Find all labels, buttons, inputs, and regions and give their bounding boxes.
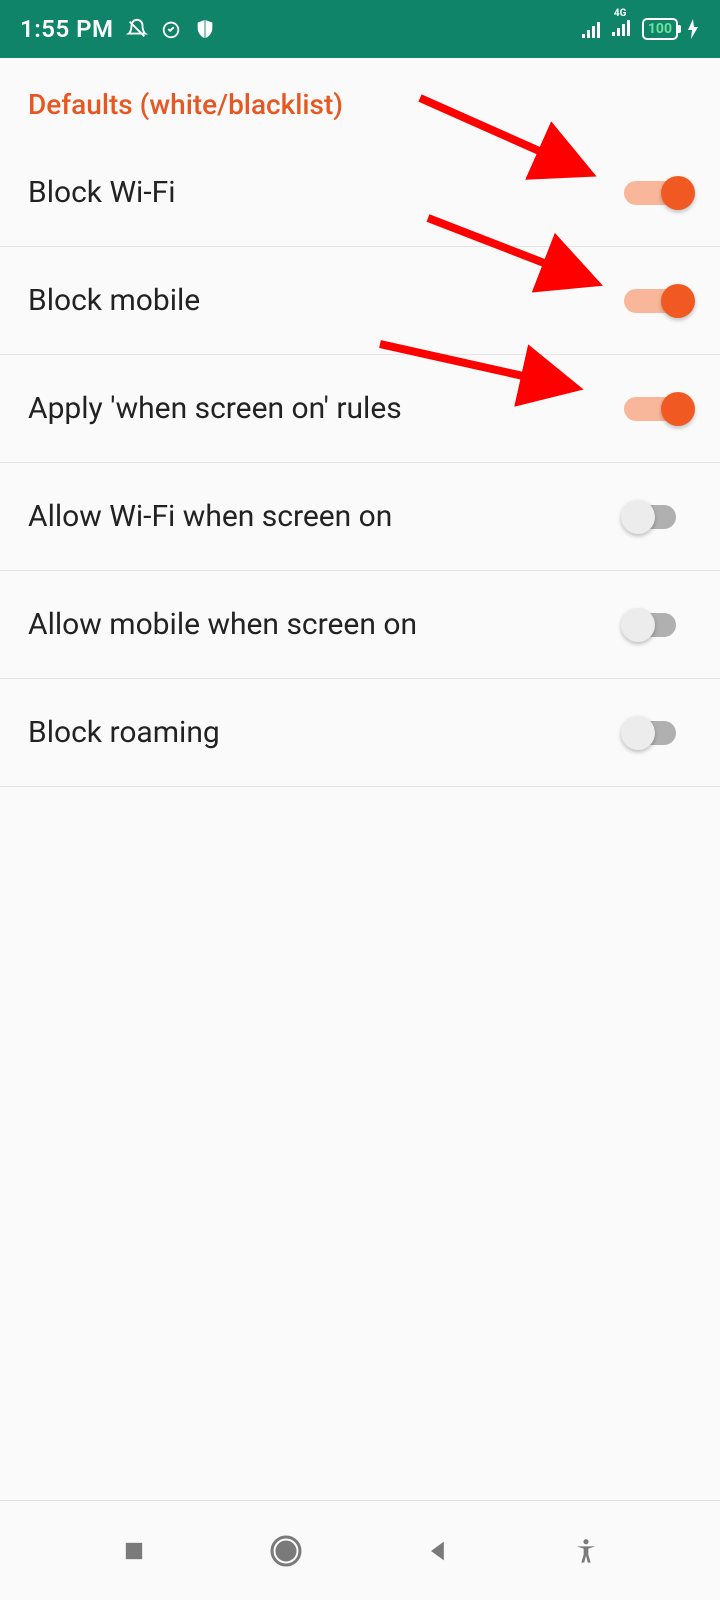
back-button[interactable] — [424, 1537, 452, 1565]
dnd-icon — [126, 18, 148, 40]
recent-apps-button[interactable] — [120, 1537, 148, 1565]
row-label: Block Wi-Fi — [28, 175, 176, 210]
toggle-switch[interactable] — [624, 173, 692, 213]
settings-row[interactable]: Allow Wi-Fi when screen on — [0, 463, 720, 571]
toggle-switch[interactable] — [624, 713, 692, 753]
row-label: Allow Wi-Fi when screen on — [28, 499, 392, 534]
home-button[interactable] — [268, 1533, 304, 1569]
mobile-4g-label: 4G — [614, 8, 627, 19]
settings-row[interactable]: Block Wi-Fi — [0, 139, 720, 247]
toggle-switch[interactable] — [624, 389, 692, 429]
signal2-icon — [612, 18, 634, 36]
shield-icon — [194, 18, 216, 40]
settings-row[interactable]: Block mobile — [0, 247, 720, 355]
status-bar: 1:55 PM 4G — [0, 0, 720, 58]
section-header: Defaults (white/blacklist) — [0, 58, 720, 139]
row-label: Block mobile — [28, 283, 200, 318]
nav-bar — [0, 1500, 720, 1600]
charging-icon — [686, 19, 700, 39]
status-time: 1:55 PM — [20, 15, 114, 43]
settings-row[interactable]: Allow mobile when screen on — [0, 571, 720, 679]
settings-row[interactable]: Block roaming — [0, 679, 720, 787]
row-label: Block roaming — [28, 715, 220, 750]
signal-icon — [582, 20, 604, 38]
toggle-switch[interactable] — [624, 497, 692, 537]
row-label: Allow mobile when screen on — [28, 607, 417, 642]
alarm-icon — [160, 18, 182, 40]
toggle-switch[interactable] — [624, 281, 692, 321]
toggle-switch[interactable] — [624, 605, 692, 645]
row-label: Apply 'when screen on' rules — [28, 391, 402, 426]
battery-indicator: 100 — [642, 18, 678, 40]
settings-row[interactable]: Apply 'when screen on' rules — [0, 355, 720, 463]
accessibility-button[interactable] — [572, 1537, 600, 1565]
